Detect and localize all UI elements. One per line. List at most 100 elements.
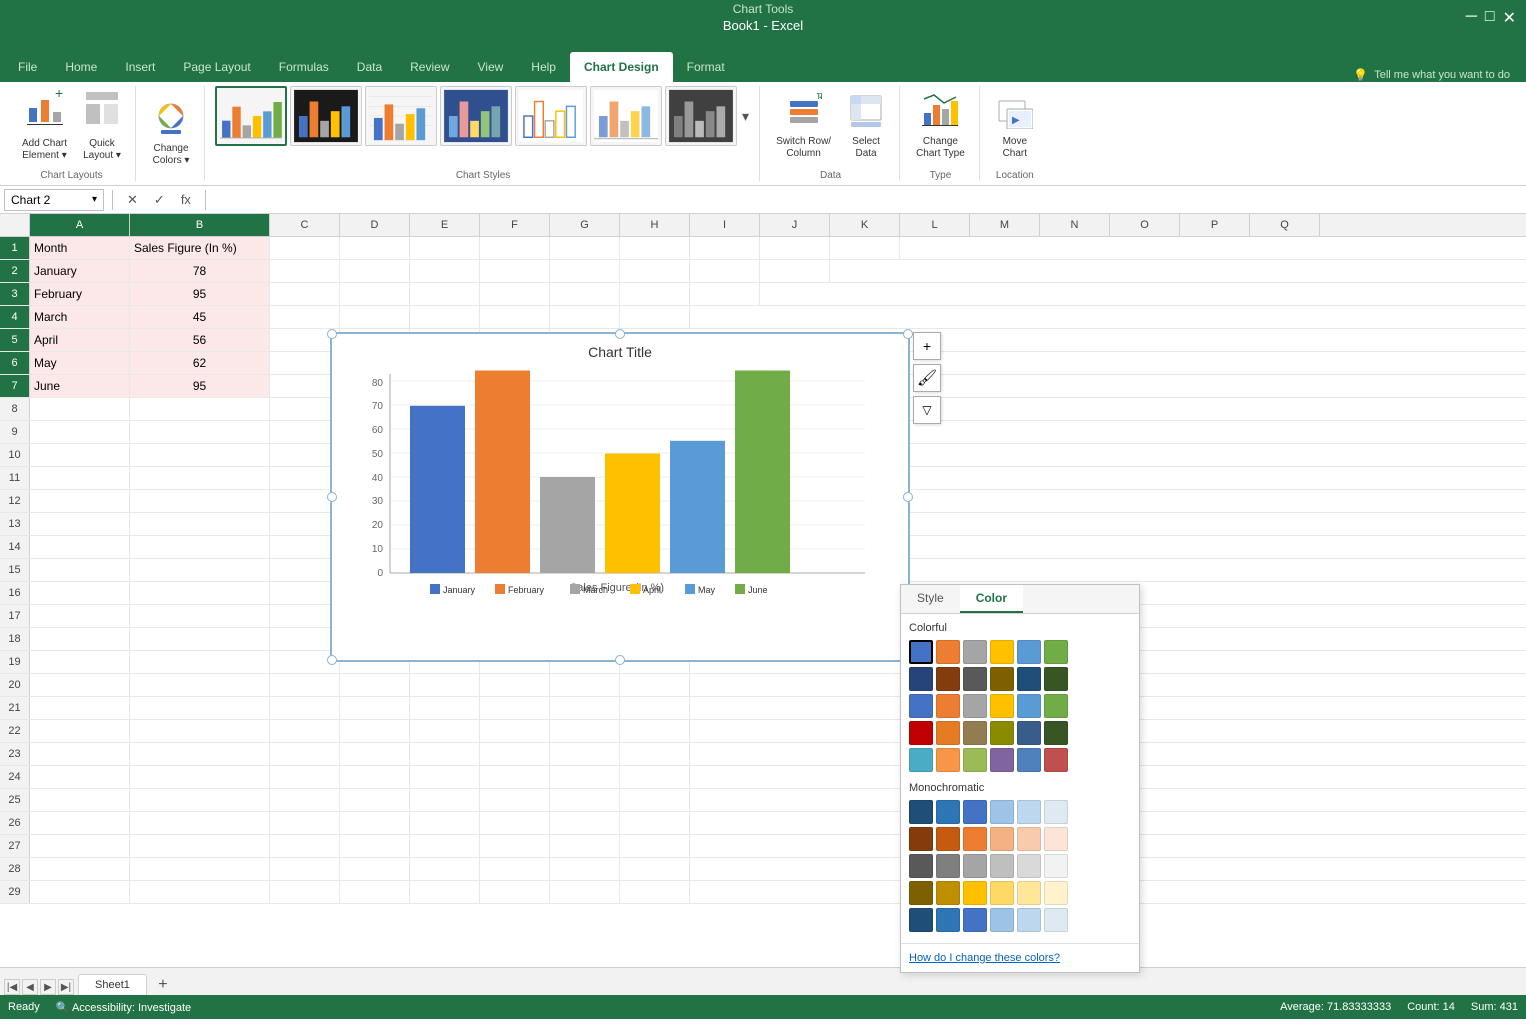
row-num-25[interactable]: 25	[0, 789, 30, 811]
tab-review[interactable]: Review	[396, 52, 463, 82]
row-num-5[interactable]: 5	[0, 329, 30, 351]
cell-1G[interactable]	[550, 237, 620, 259]
color-swatch[interactable]	[990, 667, 1014, 691]
cell-21G[interactable]	[550, 697, 620, 719]
cell-2C[interactable]	[270, 260, 340, 282]
color-swatch[interactable]	[936, 640, 960, 664]
name-box[interactable]: Chart 2 ▾	[4, 189, 104, 211]
color-swatch[interactable]	[936, 694, 960, 718]
cell-28D[interactable]	[340, 858, 410, 880]
color-swatch[interactable]	[936, 827, 960, 851]
color-swatch[interactable]	[909, 640, 933, 664]
row-num-21[interactable]: 21	[0, 697, 30, 719]
cell-3A[interactable]: February	[30, 283, 130, 305]
color-swatch[interactable]	[1017, 827, 1041, 851]
color-swatch[interactable]	[990, 854, 1014, 878]
move-chart-button[interactable]: ▶ MoveChart	[990, 89, 1040, 164]
cell-26H[interactable]	[620, 812, 690, 834]
col-header-H[interactable]: H	[620, 214, 690, 236]
chart-style-2[interactable]	[290, 86, 362, 146]
tab-data[interactable]: Data	[343, 52, 396, 82]
col-header-Q[interactable]: Q	[1250, 214, 1320, 236]
cell-22F[interactable]	[480, 720, 550, 742]
color-swatch[interactable]	[909, 800, 933, 824]
cell-10B[interactable]	[130, 444, 270, 466]
chart-style-7[interactable]	[665, 86, 737, 146]
change-colors-button[interactable]: ChangeColors ▾	[146, 96, 196, 171]
color-swatch[interactable]	[963, 881, 987, 905]
color-swatch[interactable]	[963, 748, 987, 772]
cell-24A[interactable]	[30, 766, 130, 788]
color-swatch[interactable]	[936, 800, 960, 824]
cell-15B[interactable]	[130, 559, 270, 581]
tab-style[interactable]: Style	[901, 585, 960, 613]
cell-21C[interactable]	[270, 697, 340, 719]
chart-area[interactable]: Chart Title 0 10 20 30 40 50 60 70 80	[330, 332, 910, 662]
tab-formulas[interactable]: Formulas	[265, 52, 343, 82]
color-swatch[interactable]	[990, 881, 1014, 905]
row-num-24[interactable]: 24	[0, 766, 30, 788]
cell-27G[interactable]	[550, 835, 620, 857]
cell-14A[interactable]	[30, 536, 130, 558]
cell-26A[interactable]	[30, 812, 130, 834]
cell-5B[interactable]: 56	[130, 329, 270, 351]
cell-11A[interactable]	[30, 467, 130, 489]
row-num-29[interactable]: 29	[0, 881, 30, 903]
color-swatch[interactable]	[1044, 881, 1068, 905]
tab-home[interactable]: Home	[51, 52, 111, 82]
row-num-11[interactable]: 11	[0, 467, 30, 489]
cell-4G[interactable]	[550, 306, 620, 328]
cell-26C[interactable]	[270, 812, 340, 834]
cell-20C[interactable]	[270, 674, 340, 696]
cell-29H[interactable]	[620, 881, 690, 903]
cell-21A[interactable]	[30, 697, 130, 719]
col-header-A[interactable]: A	[30, 214, 130, 236]
sheet-tab-1[interactable]: Sheet1	[78, 974, 147, 995]
cell-2G[interactable]	[550, 260, 620, 282]
tab-file[interactable]: File	[4, 52, 51, 82]
cell-1D[interactable]	[340, 237, 410, 259]
cell-18A[interactable]	[30, 628, 130, 650]
cell-19B[interactable]	[130, 651, 270, 673]
chart-handle-mr[interactable]	[903, 492, 913, 502]
maximize-icon[interactable]: □	[1485, 8, 1495, 28]
color-swatch[interactable]	[1017, 908, 1041, 932]
row-num-9[interactable]: 9	[0, 421, 30, 443]
col-header-K[interactable]: K	[830, 214, 900, 236]
cell-29E[interactable]	[410, 881, 480, 903]
cell-4E[interactable]	[410, 306, 480, 328]
cell-24E[interactable]	[410, 766, 480, 788]
cell-26G[interactable]	[550, 812, 620, 834]
row-num-18[interactable]: 18	[0, 628, 30, 650]
cell-24G[interactable]	[550, 766, 620, 788]
cell-21F[interactable]	[480, 697, 550, 719]
cell-4B[interactable]: 45	[130, 306, 270, 328]
cell-25A[interactable]	[30, 789, 130, 811]
cell-19A[interactable]	[30, 651, 130, 673]
col-header-P[interactable]: P	[1180, 214, 1250, 236]
cell-16A[interactable]	[30, 582, 130, 604]
row-num-23[interactable]: 23	[0, 743, 30, 765]
cell-3I[interactable]	[690, 283, 760, 305]
cell-1A[interactable]: Month	[30, 237, 130, 259]
cell-17A[interactable]	[30, 605, 130, 627]
chart-style-button[interactable]: 🖌	[913, 364, 941, 392]
color-swatch[interactable]	[1017, 667, 1041, 691]
cell-22A[interactable]	[30, 720, 130, 742]
color-swatch[interactable]	[963, 800, 987, 824]
styles-scroll-down[interactable]: ▾	[740, 106, 751, 127]
tab-format[interactable]: Format	[673, 52, 739, 82]
sheet-nav-first[interactable]: |◀	[4, 979, 20, 995]
accessibility-status[interactable]: 🔍 Accessibility: Investigate	[56, 1001, 191, 1014]
cell-6A[interactable]: May	[30, 352, 130, 374]
cell-1K[interactable]	[830, 237, 900, 259]
cell-28G[interactable]	[550, 858, 620, 880]
color-swatch[interactable]	[1017, 721, 1041, 745]
minimize-icon[interactable]: ─	[1466, 8, 1477, 28]
cell-29B[interactable]	[130, 881, 270, 903]
color-swatch[interactable]	[990, 908, 1014, 932]
chart-style-3[interactable]	[365, 86, 437, 146]
add-chart-element-button[interactable]: + Add ChartElement ▾	[16, 86, 73, 166]
cell-27F[interactable]	[480, 835, 550, 857]
cell-20B[interactable]	[130, 674, 270, 696]
